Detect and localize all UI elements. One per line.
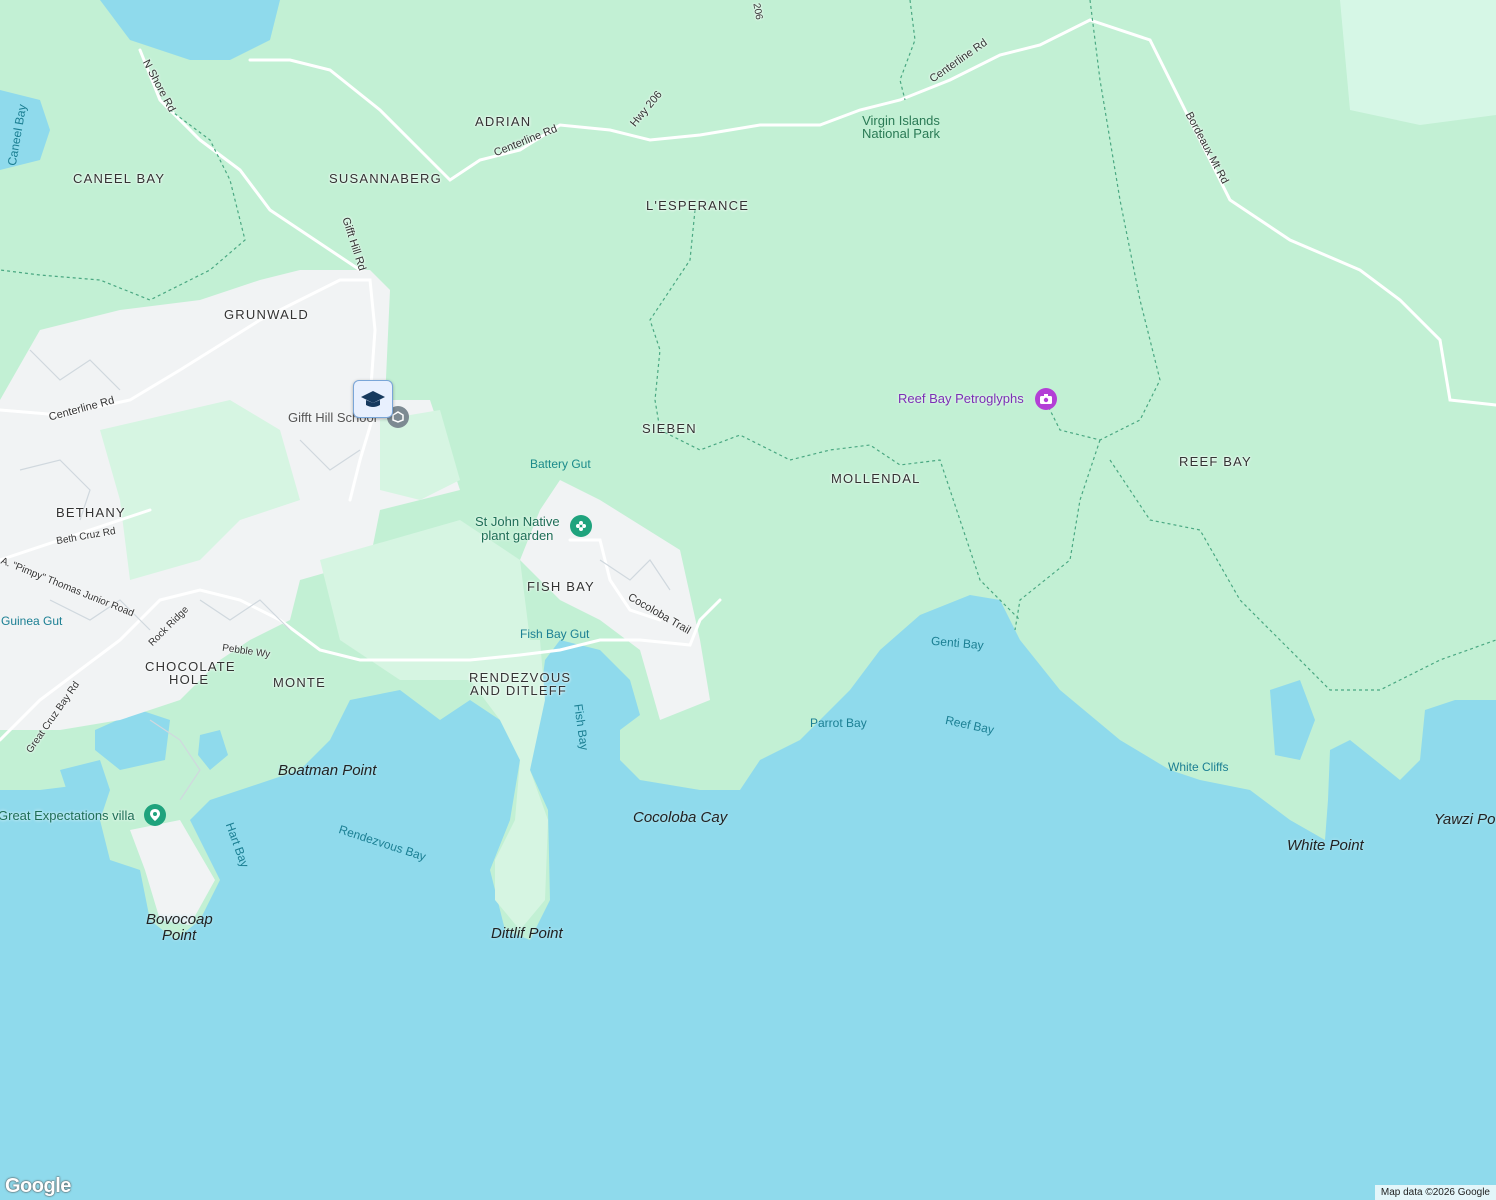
water-label: Fish Bay Gut bbox=[520, 627, 590, 641]
area-label: ADRIAN bbox=[475, 114, 532, 129]
point-label: Point bbox=[162, 927, 197, 944]
water-label: Guinea Gut bbox=[1, 614, 63, 628]
water-label: Battery Gut bbox=[530, 457, 591, 471]
area-label: REEF BAY bbox=[1179, 454, 1252, 469]
point-label: Dittlif Point bbox=[491, 925, 563, 942]
point-label: Boatman Point bbox=[278, 762, 377, 779]
pin-icon[interactable] bbox=[144, 804, 166, 826]
poi-garden-line: plant garden bbox=[481, 528, 554, 543]
point-label: Cocoloba Cay bbox=[633, 809, 728, 826]
google-logo[interactable]: Google bbox=[5, 1175, 71, 1198]
point-label: Bovocoap bbox=[146, 911, 213, 928]
area-label: GRUNWALD bbox=[224, 307, 309, 322]
area-label: FISH BAY bbox=[527, 579, 595, 594]
area-label: CANEEL BAY bbox=[73, 171, 166, 186]
area-label: BETHANY bbox=[56, 505, 126, 520]
area-label: SUSANNABERG bbox=[329, 171, 442, 186]
area-label: AND DITLEFF bbox=[470, 683, 567, 698]
map-canvas[interactable] bbox=[0, 0, 1496, 1200]
park-label-line: National Park bbox=[862, 126, 941, 141]
poi-garden-line: St John Native bbox=[475, 514, 560, 529]
area-label: MOLLENDAL bbox=[831, 471, 921, 486]
poi-villa-label[interactable]: Great Expectations villa bbox=[0, 809, 135, 823]
area-label: L'ESPERANCE bbox=[646, 198, 750, 213]
point-label: White Point bbox=[1287, 837, 1364, 854]
water-label: White Cliffs bbox=[1168, 760, 1229, 774]
park-label: Virgin Islands National Park bbox=[862, 114, 940, 140]
poi-petroglyphs-label[interactable]: Reef Bay Petroglyphs bbox=[898, 391, 1024, 406]
map-attribution: Map data ©2026 Google bbox=[1374, 1185, 1496, 1200]
area-label: MONTE bbox=[273, 675, 326, 690]
poi-garden-label[interactable]: St John Native plant garden bbox=[475, 515, 560, 543]
point-label: Yawzi Po bbox=[1434, 811, 1496, 828]
flower-icon[interactable] bbox=[570, 515, 592, 537]
area-label: HOLE bbox=[169, 672, 210, 687]
camera-icon[interactable] bbox=[1035, 388, 1057, 410]
water-label: Parrot Bay bbox=[810, 716, 867, 730]
area-label: SIEBEN bbox=[642, 421, 697, 436]
graduation-cap-icon[interactable] bbox=[353, 380, 393, 418]
